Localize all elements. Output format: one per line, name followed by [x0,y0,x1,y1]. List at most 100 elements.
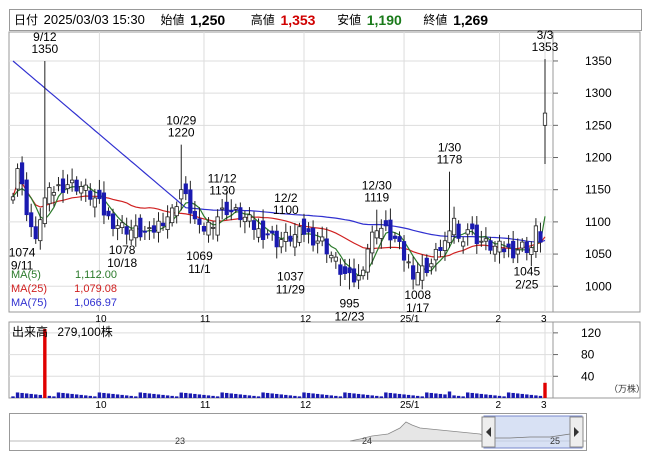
candle-body-78 [365,248,370,273]
annotation-value-7: 1100 [273,203,299,217]
volume-bar-8 [47,395,52,398]
volume-bar-36 [174,396,179,398]
candle-body-31 [151,225,157,233]
volume-bar-26 [129,395,133,398]
candle-body-48 [229,210,234,213]
candle-body-111 [515,249,520,255]
candle-body-1 [15,168,20,190]
ma75-legend: MA(75) 1,066.97 [11,296,117,310]
candle-body-75 [351,268,357,283]
volume-bar-51 [243,394,247,398]
volume-bar-60 [284,394,288,398]
volume-bar-75 [352,393,356,398]
volume-bar-41 [197,394,202,398]
volume-bar-109 [506,392,511,398]
volume-bar-30 [147,393,152,398]
volume-bar-87 [406,394,411,398]
volume-bar-113 [525,394,529,398]
candle-body-8 [47,187,52,205]
candlestick-chart[interactable]: 9/12135010749/11107810/1810/291220106911… [0,0,653,470]
volume-bar-90 [420,396,424,398]
candle-body-81 [379,227,384,239]
candle-body-89 [415,272,420,286]
candle-body-11 [60,178,66,193]
candle-body-50 [238,207,243,221]
volume-bar-73 [343,392,347,398]
volume-bar-85 [397,393,402,398]
candle-body-22 [110,213,116,229]
candle-body-96 [447,230,452,244]
annotation-value-1: 1074 [9,246,36,260]
candle-body-30 [147,227,152,230]
candle-body-10 [56,184,61,187]
volume-bar-18 [93,396,97,398]
volume-bar-54 [256,396,261,398]
volume-bar-70 [329,395,333,398]
volume-bar-6 [38,394,42,398]
candle-body-18 [92,197,97,208]
price-axis-label-0: 1000 [585,279,612,293]
volume-bar-108 [502,396,506,398]
volume-bar-74 [347,392,352,398]
volume-bar-98 [456,395,461,398]
volume-bar-67 [315,393,320,398]
volume-bar-11 [61,392,65,398]
candle-body-86 [401,241,407,261]
annotation-value-4: 1069 [186,249,213,263]
price-axis-label-1: 1050 [585,247,612,261]
candle-body-74 [347,267,352,274]
candle-body-106 [492,245,498,255]
annotation-date-12: 2/25 [515,277,539,291]
volume-bar-49 [234,393,238,398]
range-navigator[interactable]: 23 24 25 [9,413,587,451]
date-axis-label-3: 25/1 [400,314,420,325]
candle-body-114 [529,247,534,255]
candle-body-67 [315,240,320,244]
ma25-legend: MA(25) 1,079.08 [11,282,117,296]
candle-body-2 [19,162,25,185]
volume-bar-5 [34,394,38,398]
candle-body-64 [301,218,307,235]
candle-body-27 [133,225,138,239]
candle-body-76 [356,275,361,281]
candle-body-52 [247,214,252,222]
price-axis-label-4: 1200 [585,151,612,165]
candle-body-15 [79,186,84,194]
candle-body-62 [292,234,298,248]
navigator-selection[interactable] [483,415,583,449]
candle-body-37 [179,189,184,200]
volume-date-label-0: 10 [95,400,107,411]
candle-body-73 [342,266,348,274]
candle-body-116 [538,231,543,243]
volume-bar-103 [479,393,484,398]
volume-bar-34 [165,395,170,398]
volume-bar-14 [74,394,79,398]
candle-body-36 [174,206,179,217]
candle-body-98 [456,223,461,239]
volume-bar-114 [529,394,534,398]
volume-bar-38 [184,392,188,398]
volume-bar-97 [452,395,456,398]
candle-body-33 [160,222,166,227]
volume-bar-76 [356,393,361,398]
volume-bar-17 [88,395,92,398]
candle-body-72 [338,264,343,275]
volume-axis-label-2: 40 [581,369,595,383]
volume-bar-39 [188,393,193,398]
candle-body-7 [42,197,47,224]
volume-axis-label-0: 120 [581,326,601,340]
candle-body-47 [224,201,229,216]
candle-body-66 [311,227,316,246]
price-axis-border [552,31,641,313]
candle-body-105 [488,240,493,251]
candle-body-102 [474,224,479,245]
candle-body-61 [288,235,293,242]
candle-body-92 [429,263,434,268]
volume-bar-23 [115,394,120,398]
annotation-value-8: 995 [339,296,359,310]
candle-body-63 [297,226,302,243]
volume-bar-28 [138,392,143,398]
candle-body-35 [170,207,175,224]
volume-bar-16 [84,395,88,398]
ma5-legend: MA(5) 1,112.00 [11,268,117,282]
